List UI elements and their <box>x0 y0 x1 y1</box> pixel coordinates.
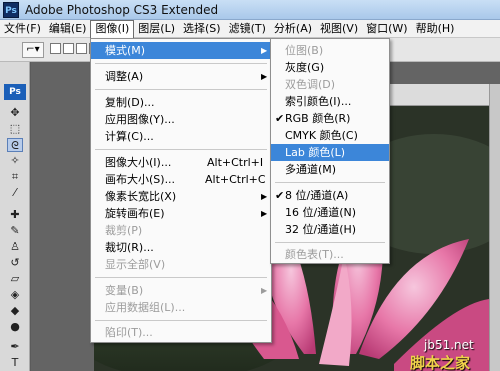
menu-window[interactable]: 窗口(W) <box>362 20 411 37</box>
menu-separator <box>95 277 267 278</box>
healing-brush-icon[interactable]: ✚ <box>7 208 23 222</box>
history-brush-icon[interactable]: ↺ <box>7 256 23 270</box>
menu-item-apply-image[interactable]: 应用图像(Y)... <box>91 111 271 128</box>
mode-color-table[interactable]: 颜色表(T)... <box>271 246 389 263</box>
menu-separator <box>95 63 267 64</box>
menu-view[interactable]: 视图(V) <box>316 20 362 37</box>
mode-16-bit[interactable]: 16 位/通道(N) <box>271 204 389 221</box>
menu-file[interactable]: 文件(F) <box>0 20 45 37</box>
menu-item-adjust[interactable]: 调整(A) ▶ <box>91 68 271 85</box>
document-scrollbar[interactable] <box>489 84 500 371</box>
pen-tool-icon[interactable]: ✒ <box>7 340 23 354</box>
mode-submenu: 位图(B) 灰度(G) 双色调(D) 索引颜色(I)... ✔ RGB 颜色(R… <box>270 38 390 264</box>
tool-preset-picker[interactable]: ⌐▾ <box>22 42 44 58</box>
shortcut-image-size: Alt+Ctrl+I <box>207 156 264 169</box>
menu-item-variables[interactable]: 变量(B) ▶ <box>91 282 271 299</box>
menu-separator <box>95 149 267 150</box>
menu-item-duplicate[interactable]: 复制(D)... <box>91 94 271 111</box>
menu-item-calculations[interactable]: 计算(C)... <box>91 128 271 145</box>
menu-bar: 文件(F) 编辑(E) 图像(I) 图层(L) 选择(S) 滤镜(T) 分析(A… <box>0 19 500 38</box>
paint-bucket-icon[interactable]: ◈ <box>7 288 23 302</box>
mode-lab-color[interactable]: Lab 颜色(L) <box>271 144 389 161</box>
menu-item-trim[interactable]: 裁切(R)... <box>91 239 271 256</box>
dodge-tool-icon[interactable]: ● <box>7 320 23 334</box>
new-selection-icon[interactable] <box>50 43 61 54</box>
submenu-arrow-icon: ▶ <box>261 286 268 295</box>
menu-separator <box>95 89 267 90</box>
menu-item-trap[interactable]: 陷印(T)... <box>91 324 271 341</box>
submenu-arrow-icon: ▶ <box>261 46 268 55</box>
slice-tool-icon[interactable]: ⁄ <box>7 186 23 200</box>
menu-filter[interactable]: 滤镜(T) <box>225 20 270 37</box>
checkmark-icon: ✔ <box>275 189 285 202</box>
watermark-site: jb51.net <box>424 338 474 352</box>
photoshop-logo-icon: Ps <box>3 1 19 18</box>
menu-item-rotate-canvas[interactable]: 旋转画布(E) ▶ <box>91 205 271 222</box>
add-selection-icon[interactable] <box>63 43 74 54</box>
menu-edit[interactable]: 编辑(E) <box>45 20 91 37</box>
submenu-arrow-icon: ▶ <box>261 209 268 218</box>
mode-cmyk-color[interactable]: CMYK 颜色(C) <box>271 127 389 144</box>
menu-item-crop[interactable]: 裁剪(P) <box>91 222 271 239</box>
title-bar: Ps Adobe Photoshop CS3 Extended <box>0 0 500 20</box>
menu-item-image-size[interactable]: 图像大小(I)... Alt+Ctrl+I <box>91 154 271 171</box>
menu-separator <box>275 242 385 243</box>
marquee-tool-icon[interactable]: ⬚ <box>7 122 23 136</box>
menu-item-mode[interactable]: 模式(M) ▶ <box>91 42 271 59</box>
menu-help[interactable]: 帮助(H) <box>412 20 459 37</box>
menu-item-canvas-size[interactable]: 画布大小(S)... Alt+Ctrl+C <box>91 171 271 188</box>
submenu-arrow-icon: ▶ <box>261 72 268 81</box>
ps-badge-icon: Ps <box>4 84 26 100</box>
mode-multichannel[interactable]: 多通道(M) <box>271 161 389 178</box>
shortcut-canvas-size: Alt+Ctrl+C <box>205 173 266 186</box>
subtract-selection-icon[interactable] <box>76 43 87 54</box>
mode-rgb-color[interactable]: ✔ RGB 颜色(R) <box>271 110 389 127</box>
menu-item-pixel-aspect[interactable]: 像素长宽比(X) ▶ <box>91 188 271 205</box>
clone-stamp-icon[interactable]: ♙ <box>7 240 23 254</box>
menu-image[interactable]: 图像(I) <box>90 19 135 38</box>
mode-indexed-color[interactable]: 索引颜色(I)... <box>271 93 389 110</box>
menu-separator <box>95 320 267 321</box>
mode-bitmap[interactable]: 位图(B) <box>271 42 389 59</box>
menu-item-reveal-all[interactable]: 显示全部(V) <box>91 256 271 273</box>
menu-item-apply-data-set[interactable]: 应用数据组(L)... <box>91 299 271 316</box>
brush-tool-icon[interactable]: ✎ <box>7 224 23 238</box>
menu-select[interactable]: 选择(S) <box>179 20 225 37</box>
crop-tool-icon[interactable]: ⌗ <box>7 170 23 184</box>
window-title: Adobe Photoshop CS3 Extended <box>25 2 219 17</box>
mode-32-bit[interactable]: 32 位/通道(H) <box>271 221 389 238</box>
mode-duotone[interactable]: 双色调(D) <box>271 76 389 93</box>
checkmark-icon: ✔ <box>275 112 285 125</box>
magic-wand-tool-icon[interactable]: ✧ <box>7 154 23 168</box>
menu-layer[interactable]: 图层(L) <box>134 20 179 37</box>
image-menu: 模式(M) ▶ 调整(A) ▶ 复制(D)... 应用图像(Y)... 计算(C… <box>90 38 272 343</box>
type-tool-icon[interactable]: T <box>7 356 23 370</box>
blur-tool-icon[interactable]: ◆ <box>7 304 23 318</box>
lasso-tool-icon[interactable]: ᘓ <box>7 138 23 152</box>
toolbox: Ps ✥ ⬚ ᘓ ✧ ⌗ ⁄ ✚ ✎ ♙ ↺ ▱ ◈ ◆ ● ✒ T <box>0 62 30 371</box>
watermark-name: 脚本之家 <box>410 354 471 371</box>
menu-separator <box>275 182 385 183</box>
menu-analysis[interactable]: 分析(A) <box>270 20 316 37</box>
move-tool-icon[interactable]: ✥ <box>7 106 23 120</box>
eraser-tool-icon[interactable]: ▱ <box>7 272 23 286</box>
mode-8-bit[interactable]: ✔ 8 位/通道(A) <box>271 187 389 204</box>
submenu-arrow-icon: ▶ <box>261 192 268 201</box>
mode-grayscale[interactable]: 灰度(G) <box>271 59 389 76</box>
